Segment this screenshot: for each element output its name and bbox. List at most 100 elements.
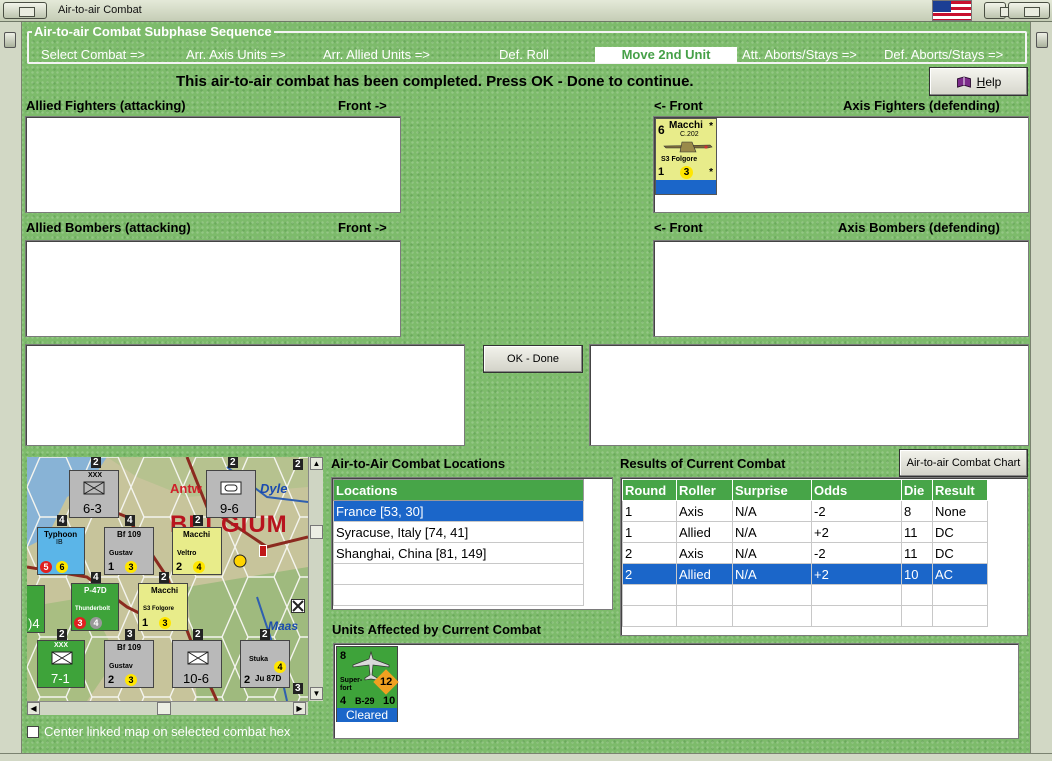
scroll-right-arrow-icon[interactable]: ▶: [293, 702, 306, 715]
title-bar: Air-to-air Combat: [0, 0, 1052, 22]
results-header-surprise: Surprise: [732, 479, 812, 501]
map-vertical-scrollbar[interactable]: ▲ ▼: [308, 457, 323, 701]
table-row[interactable]: France [53, 30]: [333, 500, 584, 522]
results-cell: [676, 584, 733, 606]
bottom-frame: [0, 753, 1052, 761]
scroll-thumb-vertical[interactable]: [310, 525, 323, 539]
counter-model: C.202: [680, 131, 699, 138]
map-land-counter[interactable]: )4: [27, 585, 45, 633]
allied-bombers-label: Allied Bombers (attacking): [26, 220, 191, 235]
scroll-thumb-horizontal[interactable]: [157, 702, 171, 715]
results-cell: 11: [901, 542, 933, 564]
location-cell[interactable]: Syracuse, Italy [74, 41]: [333, 521, 584, 543]
scroll-up-arrow-icon[interactable]: ▲: [310, 457, 323, 470]
map-air-counter[interactable]: P-47D Thunderbolt 3 4: [71, 583, 119, 631]
counter-bottom-right: 10: [383, 695, 396, 707]
axis-fighters-label: Axis Fighters (defending): [843, 98, 1000, 113]
map-air-counter[interactable]: Bf 109 Gustav 1 3: [104, 527, 154, 575]
table-row[interactable]: [333, 563, 584, 585]
results-header-odds: Odds: [811, 479, 902, 501]
location-cell[interactable]: France [53, 30]: [333, 500, 584, 522]
help-button[interactable]: Help: [929, 67, 1028, 96]
city-marker-icon: [259, 545, 267, 557]
results-cell: N/A: [732, 542, 812, 564]
table-row[interactable]: [333, 584, 584, 606]
center-map-label: Center linked map on selected combat hex: [44, 724, 291, 739]
table-row[interactable]: Syracuse, Italy [74, 41]: [333, 521, 584, 543]
step-select-combat: Select Combat =>: [41, 47, 146, 62]
table-row[interactable]: 2 Axis N/A -2 11 DC: [622, 542, 988, 564]
results-cell: 1: [622, 521, 677, 543]
results-cell: [622, 584, 677, 606]
axis-fighters-panel[interactable]: 6 Macchi * C.202 S3 Folgore 1 3 *: [653, 116, 1029, 213]
table-row[interactable]: 1 Allied N/A +2 11 DC: [622, 521, 988, 543]
allied-fighters-front: Front ->: [338, 98, 387, 113]
axis-bombers-front: <- Front: [654, 220, 703, 235]
system-menu-button[interactable]: [3, 2, 47, 19]
stack-count: 2: [91, 457, 101, 468]
counter-model: B-29: [355, 696, 375, 706]
stack-count: 3: [293, 683, 303, 694]
step-arr-allied-units: Arr. Allied Units =>: [323, 47, 430, 62]
counter-name: Macchi: [669, 120, 703, 131]
table-row[interactable]: 1 Axis N/A -2 8 None: [622, 500, 988, 522]
allied-fighters-panel[interactable]: [25, 116, 401, 213]
ok-done-button[interactable]: OK - Done: [483, 345, 583, 373]
scroll-down-arrow-icon[interactable]: ▼: [310, 687, 323, 700]
map-land-counter[interactable]: 10-6: [172, 640, 222, 688]
map-air-counter[interactable]: Stuka Ju 87D 2 4: [240, 640, 290, 688]
table-row[interactable]: [622, 584, 988, 606]
results-table: Round Roller Surprise Odds Die Result 1 …: [622, 479, 988, 627]
results-cell: 1: [622, 500, 677, 522]
results-cell: [811, 584, 902, 606]
axis-bombers-panel[interactable]: [653, 240, 1029, 337]
air-combat-chart-button[interactable]: Air-to-air Combat Chart: [899, 449, 1028, 477]
map-air-counter[interactable]: Typhoon IB 5 6: [37, 527, 85, 575]
close-button[interactable]: [1008, 2, 1050, 19]
map-air-counter[interactable]: Bf 109 Gustav 2 3: [104, 640, 154, 688]
stack-count: 2: [193, 629, 203, 640]
allied-bombers-panel[interactable]: [25, 240, 401, 337]
results-cell: [901, 605, 933, 627]
location-cell[interactable]: [333, 563, 584, 585]
map-horizontal-scrollbar[interactable]: ◀ ▶: [27, 701, 308, 715]
stack-count: 2: [193, 515, 203, 526]
stack-count: 2: [228, 457, 238, 468]
stack-count: 4: [125, 515, 135, 526]
stack-count: 4: [91, 572, 101, 583]
location-cell[interactable]: [333, 584, 584, 606]
scroll-left-arrow-icon[interactable]: ◀: [27, 702, 40, 715]
table-row[interactable]: Shanghai, China [81, 149]: [333, 542, 584, 564]
results-cell: N/A: [732, 521, 812, 543]
map-land-counter[interactable]: 9-6: [206, 470, 256, 518]
frame-corner-icon: [1036, 32, 1048, 48]
location-cell[interactable]: Shanghai, China [81, 149]: [333, 542, 584, 564]
infantry-symbol-icon: [187, 651, 209, 665]
axis-fighter-counter[interactable]: 6 Macchi * C.202 S3 Folgore 1 3 *: [655, 118, 717, 195]
linked-map[interactable]: Antw Dyle BELGIUM Maas XXX 6-3 9-6 XXX 7…: [27, 457, 308, 701]
counter-subtitle: S3 Folgore: [661, 156, 698, 163]
table-row[interactable]: [622, 605, 988, 627]
map-air-counter[interactable]: Macchi Veltro 2 4: [172, 527, 222, 575]
counter-status: Cleared: [337, 708, 397, 722]
minimize-button[interactable]: [984, 2, 1016, 19]
center-map-option[interactable]: Center linked map on selected combat hex: [27, 724, 290, 739]
results-cell: [932, 584, 988, 606]
map-land-counter[interactable]: XXX 6-3: [69, 470, 119, 518]
results-cell: [901, 584, 933, 606]
stack-count: 3: [125, 629, 135, 640]
results-cell: [932, 605, 988, 627]
axis-fighters-front: <- Front: [654, 98, 703, 113]
allied-bombers-front: Front ->: [338, 220, 387, 235]
table-row[interactable]: 2 Allied N/A +2 10 AC: [622, 563, 988, 585]
results-cell: 8: [901, 500, 933, 522]
counter-bottom-left: 1: [658, 166, 665, 178]
map-land-counter[interactable]: XXX 7-1: [37, 640, 85, 688]
center-map-checkbox[interactable]: [27, 725, 39, 738]
counter-bottom-left: 4: [340, 695, 347, 707]
results-cell: DC: [932, 521, 988, 543]
map-air-counter[interactable]: Macchi S3 Folgore 1 3: [138, 583, 188, 631]
step-def-roll: Def. Roll: [499, 47, 549, 62]
b29-counter[interactable]: 8 Super-fort 12 4 B-29 10 Cleared: [336, 646, 399, 722]
infantry-symbol-icon: [51, 651, 73, 665]
